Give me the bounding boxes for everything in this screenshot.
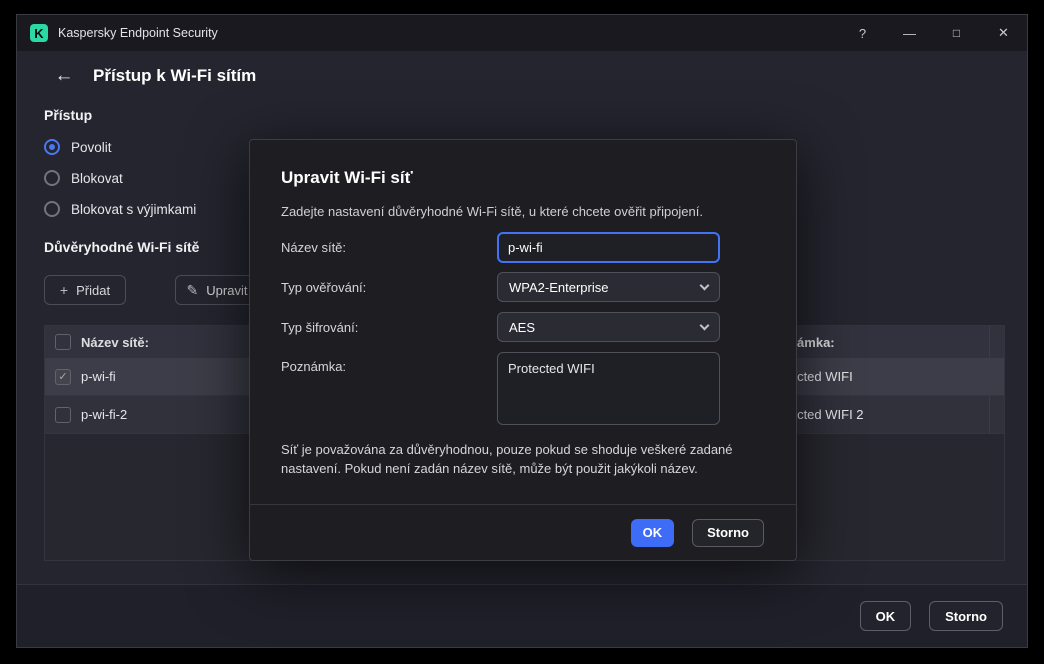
page-title: Přístup k Wi-Fi sítím: [93, 66, 257, 85]
radio-option-blokovat-s-vyjimkami[interactable]: Blokovat s výjimkami: [44, 199, 196, 219]
dialog-ok-button[interactable]: OK: [630, 518, 675, 547]
pencil-icon: ✎: [186, 281, 199, 298]
dialog-hint: Síť je považována za důvěryhodnou, pouze…: [281, 442, 733, 476]
app-title: Kaspersky Endpoint Security: [58, 26, 218, 40]
page-ok-button[interactable]: OK: [859, 601, 912, 631]
page-header: ← Přístup k Wi-Fi sítím: [51, 63, 257, 89]
add-button[interactable]: + Přidat: [44, 275, 126, 305]
radio-povolit-icon[interactable]: [44, 139, 60, 155]
dialog-description: Zadejte nastavení důvěryhodné Wi-Fi sítě…: [281, 204, 703, 219]
window-controls: ? — □ ✕: [839, 15, 1027, 51]
encryption-type-value: AES: [509, 319, 536, 335]
help-button[interactable]: ?: [839, 15, 886, 51]
encryption-type-select[interactable]: AES: [497, 312, 720, 342]
trusted-heading: Důvěryhodné Wi-Fi sítě: [44, 239, 200, 255]
auth-type-select[interactable]: WPA2-Enterprise: [497, 272, 720, 302]
page-footer: OK Storno: [17, 584, 1027, 647]
name-column-header: Název sítě:: [81, 334, 149, 350]
radio-vyjimky-label: Blokovat s výjimkami: [71, 201, 197, 217]
row-checkbox[interactable]: [55, 406, 71, 423]
dialog-footer: OK Storno: [250, 504, 796, 560]
access-radio-group: Povolit Blokovat Blokovat s výjimkami: [44, 137, 196, 230]
radio-option-povolit[interactable]: Povolit: [44, 137, 196, 157]
radio-blokovat-icon[interactable]: [44, 170, 60, 186]
radio-blokovat-label: Blokovat: [71, 170, 123, 186]
row-checkbox[interactable]: ✓: [55, 368, 71, 385]
edit-wifi-dialog: Upravit Wi-Fi síť Zadejte nastavení důvě…: [249, 139, 797, 561]
network-name-label: Název sítě:: [281, 240, 347, 255]
add-button-label: Přidat: [76, 282, 111, 298]
row-name-cell: p-wi-fi: [81, 369, 116, 384]
chevron-down-icon: [699, 280, 710, 290]
dialog-title: Upravit Wi-Fi síť: [281, 168, 413, 187]
close-button[interactable]: ✕: [980, 15, 1027, 51]
edit-button[interactable]: ✎ Upravit: [175, 275, 259, 305]
network-name-input[interactable]: [497, 232, 720, 263]
kaspersky-logo-icon: K: [30, 24, 48, 42]
maximize-button[interactable]: □: [933, 15, 980, 51]
access-heading: Přístup: [44, 107, 93, 123]
screen: K Kaspersky Endpoint Security ? — □ ✕ ← …: [0, 0, 1044, 664]
titlebar: K Kaspersky Endpoint Security ? — □ ✕: [17, 15, 1027, 51]
page-cancel-button[interactable]: Storno: [929, 601, 1003, 631]
auth-type-label: Typ ověřování:: [281, 280, 367, 295]
auth-type-value: WPA2-Enterprise: [509, 279, 609, 295]
check-icon: ✓: [58, 371, 68, 383]
note-label: Poznámka:: [281, 359, 347, 374]
radio-vyjimky-icon[interactable]: [44, 201, 60, 217]
app-window: K Kaspersky Endpoint Security ? — □ ✕ ← …: [16, 14, 1028, 648]
dialog-cancel-button[interactable]: Storno: [692, 518, 764, 547]
select-all-checkbox[interactable]: [55, 334, 71, 350]
plus-icon: +: [59, 282, 69, 298]
radio-option-blokovat[interactable]: Blokovat: [44, 168, 196, 188]
chevron-down-icon: [699, 320, 710, 330]
radio-povolit-label: Povolit: [71, 139, 112, 155]
row-name-cell: p-wi-fi-2: [81, 407, 128, 422]
note-textarea[interactable]: Protected WIFI: [497, 352, 720, 425]
edit-button-label: Upravit: [206, 282, 248, 298]
minimize-button[interactable]: —: [886, 15, 933, 51]
table-column-divider: [989, 326, 990, 434]
encryption-type-label: Typ šifrování:: [281, 320, 359, 335]
back-button[interactable]: ←: [51, 63, 77, 89]
